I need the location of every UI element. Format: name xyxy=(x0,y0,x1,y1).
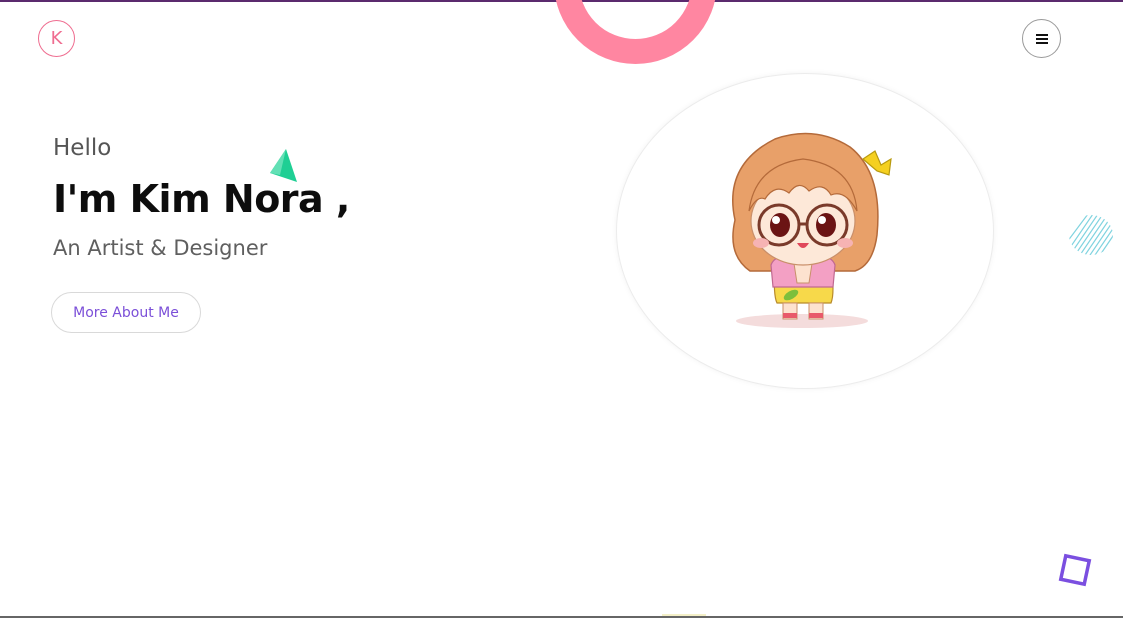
menu-button[interactable] xyxy=(1022,19,1061,58)
green-triangle-shape xyxy=(270,149,297,182)
hero-greeting: Hello xyxy=(53,135,112,161)
striped-circle-shape xyxy=(1069,215,1113,255)
purple-square-shape xyxy=(1058,553,1092,587)
hero-role: An Artist & Designer xyxy=(53,236,268,260)
logo-letter: K xyxy=(50,28,63,49)
pink-ring-shape xyxy=(555,0,716,64)
logo[interactable]: K xyxy=(38,20,75,57)
more-about-me-button[interactable]: More About Me xyxy=(51,292,201,333)
hamburger-icon xyxy=(1035,33,1048,44)
chibi-girl-illustration xyxy=(732,132,892,328)
hero-title: I'm Kim Nora , xyxy=(53,177,350,221)
